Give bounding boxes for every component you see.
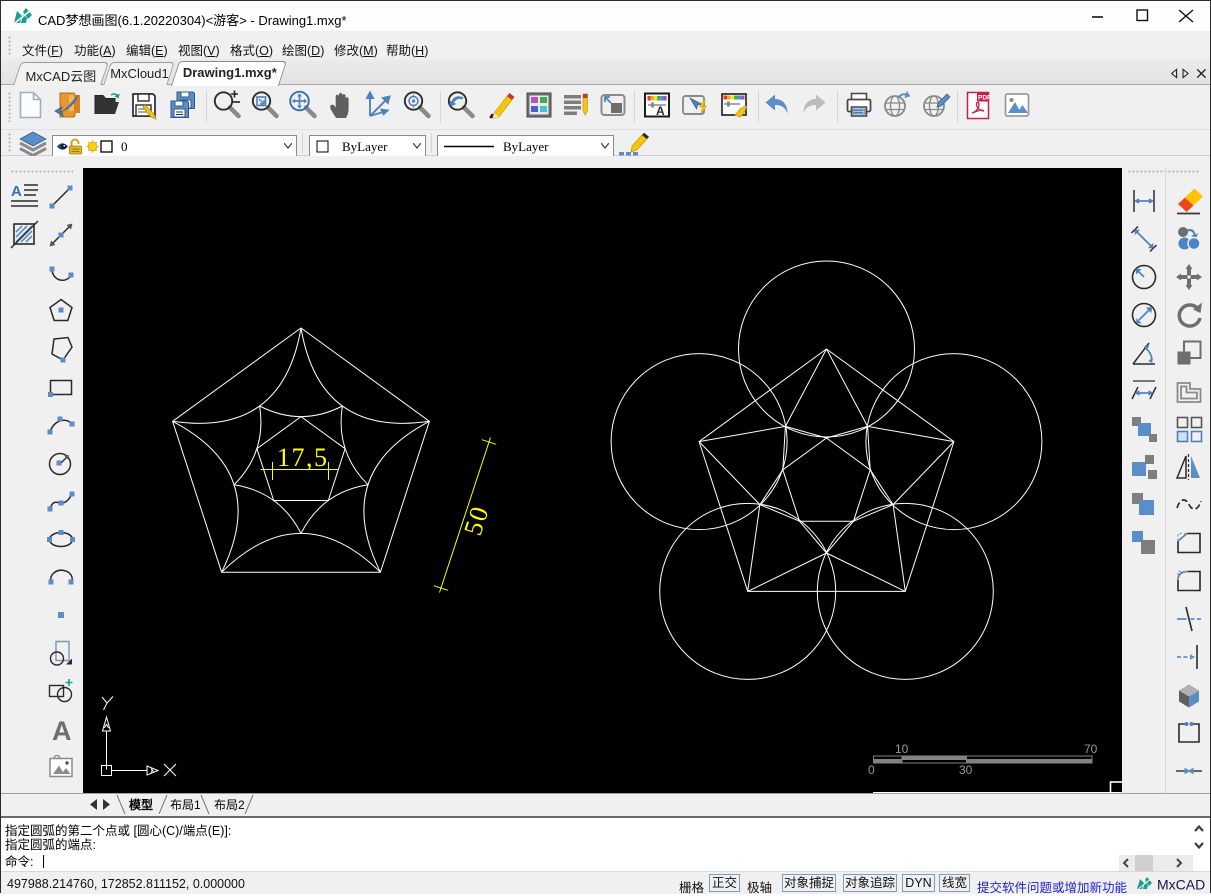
svg-text:17,5: 17,5 <box>277 443 327 472</box>
svg-text:MxCAD: MxCAD <box>1157 877 1205 893</box>
svg-text:A: A <box>52 716 72 745</box>
svg-text:模型: 模型 <box>129 797 153 812</box>
svg-text:A: A <box>11 183 22 200</box>
svg-text:30: 30 <box>959 763 973 777</box>
svg-text:布局1: 布局1 <box>170 798 201 812</box>
svg-text:A: A <box>656 104 665 118</box>
svg-text:0: 0 <box>868 763 875 777</box>
svg-text:50: 50 <box>458 503 494 539</box>
svg-text:70: 70 <box>1084 742 1098 756</box>
svg-text:布局2: 布局2 <box>214 798 245 812</box>
svg-text:PDF: PDF <box>978 95 991 102</box>
svg-text:10: 10 <box>895 742 909 756</box>
